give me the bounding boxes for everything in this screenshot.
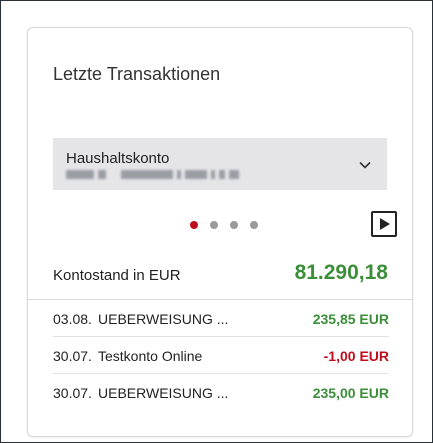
transaction-date: 30.07. xyxy=(53,348,92,364)
transaction-description: Testkonto Online xyxy=(98,348,203,364)
transaction-amount: 235,00 EUR xyxy=(312,385,389,401)
transaction-row[interactable]: 03.08. UEBERWEISUNG ... 235,85 EUR xyxy=(53,300,389,337)
play-arrow-icon xyxy=(380,218,390,230)
transaction-description: UEBERWEISUNG ... xyxy=(98,385,229,401)
account-number-obscured xyxy=(66,170,281,179)
transaction-date: 03.08. xyxy=(53,311,92,327)
transaction-row[interactable]: 30.07. UEBERWEISUNG ... 235,00 EUR xyxy=(53,374,389,410)
next-account-button[interactable] xyxy=(371,211,397,237)
transaction-description: UEBERWEISUNG ... xyxy=(98,311,229,327)
balance-row: Kontostand in EUR 81.290,18 xyxy=(28,253,412,300)
account-select[interactable]: Haushaltskonto xyxy=(53,138,387,190)
transactions-card: Letzte Transaktionen Haushaltskonto Kont… xyxy=(27,27,413,437)
transaction-date: 30.07. xyxy=(53,385,92,401)
carousel-dot-4[interactable] xyxy=(250,221,258,229)
transaction-list: 03.08. UEBERWEISUNG ... 235,85 EUR 30.07… xyxy=(53,300,389,410)
carousel-dot-1[interactable] xyxy=(190,221,198,229)
chevron-down-icon[interactable] xyxy=(358,158,372,172)
transaction-row[interactable]: 30.07. Testkonto Online -1,00 EUR xyxy=(53,337,389,374)
transaction-amount: 235,85 EUR xyxy=(312,311,389,327)
transaction-amount: -1,00 EUR xyxy=(323,348,389,364)
card-title: Letzte Transaktionen xyxy=(53,64,221,84)
carousel-dot-3[interactable] xyxy=(230,221,238,229)
account-name: Haushaltskonto xyxy=(66,150,170,167)
widget-frame: Letzte Transaktionen Haushaltskonto Kont… xyxy=(0,0,433,443)
carousel-dot-2[interactable] xyxy=(210,221,218,229)
balance-label: Kontostand in EUR xyxy=(53,267,181,284)
balance-value: 81.290,18 xyxy=(294,261,388,284)
